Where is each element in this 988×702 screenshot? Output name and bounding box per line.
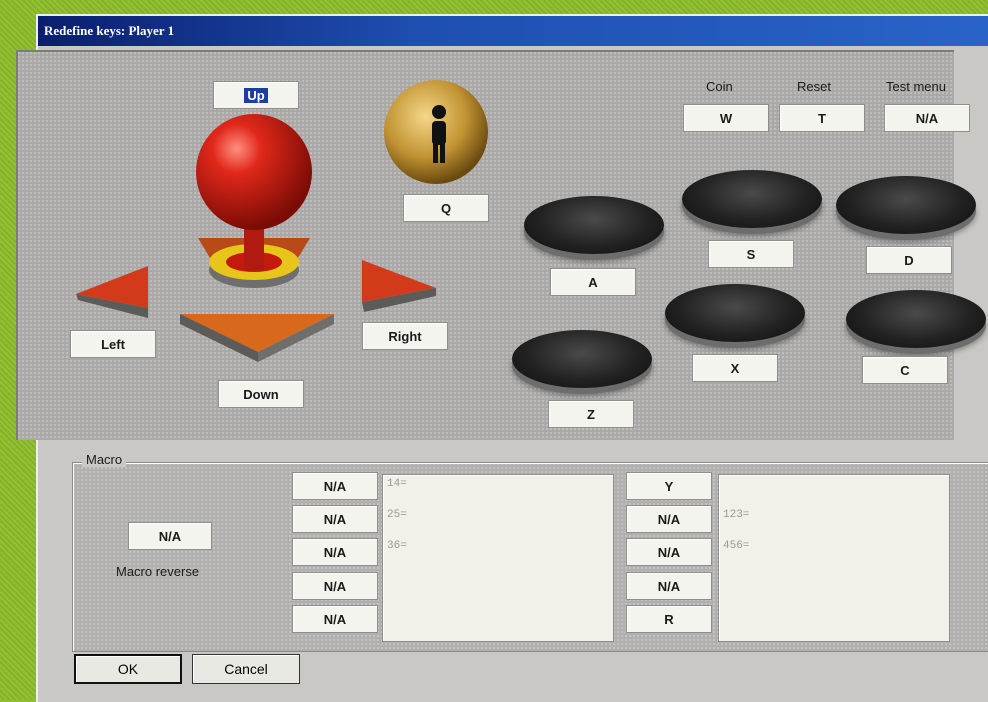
macro-right-key-2[interactable]: N/A [626, 505, 712, 533]
right-key-field[interactable]: Right [362, 322, 448, 350]
coin-label: Coin [706, 79, 733, 94]
macro-right-key-3[interactable]: N/A [626, 538, 712, 566]
macro-group-title: Macro [82, 452, 127, 467]
down-arrow-icon[interactable] [178, 310, 338, 366]
button-a-key-field[interactable]: A [550, 268, 636, 296]
button-s-key-field[interactable]: S [708, 240, 794, 268]
macro-reverse-key-field[interactable]: N/A [128, 522, 212, 550]
button-s-icon[interactable] [682, 170, 822, 228]
macro-left-key-2[interactable]: N/A [292, 505, 378, 533]
reset-key-field[interactable]: T [779, 104, 865, 132]
button-x-key-field[interactable]: X [692, 354, 778, 382]
macro-right-key-4[interactable]: N/A [626, 572, 712, 600]
window-title: Redefine keys: Player 1 [38, 16, 988, 46]
macro-left-key-1[interactable]: N/A [292, 472, 378, 500]
button-c-icon[interactable] [846, 290, 986, 348]
ok-button[interactable]: OK [74, 654, 182, 684]
coin-key-field[interactable]: W [683, 104, 769, 132]
right-arrow-icon[interactable] [358, 258, 440, 318]
macro-left-line: 25= [387, 509, 407, 521]
reset-label: Reset [797, 79, 831, 94]
macro-right-key-1[interactable]: Y [626, 472, 712, 500]
macro-left-line: 36= [387, 540, 407, 552]
macro-left-line: 14= [387, 478, 407, 490]
down-key-field[interactable]: Down [218, 380, 304, 408]
button-c-key-field[interactable]: C [862, 356, 948, 384]
player-start-icon[interactable] [382, 78, 492, 188]
button-a-icon[interactable] [524, 196, 664, 254]
up-key-field[interactable]: Up [213, 81, 299, 109]
button-z-key-field[interactable]: Z [548, 400, 634, 428]
macro-left-key-3[interactable]: N/A [292, 538, 378, 566]
macro-reverse-label: Macro reverse [116, 564, 200, 579]
macro-right-editor[interactable]: 123= 456= [718, 474, 950, 642]
joystick-icon [196, 114, 312, 288]
button-d-key-field[interactable]: D [866, 246, 952, 274]
cancel-button[interactable]: Cancel [192, 654, 300, 684]
left-key-field[interactable]: Left [70, 330, 156, 358]
macro-left-key-4[interactable]: N/A [292, 572, 378, 600]
button-d-icon[interactable] [836, 176, 976, 234]
macro-left-key-5[interactable]: N/A [292, 605, 378, 633]
button-z-icon[interactable] [512, 330, 652, 388]
test-menu-key-field[interactable]: N/A [884, 104, 970, 132]
left-arrow-icon[interactable] [74, 264, 152, 324]
macro-right-line [719, 475, 949, 506]
test-menu-label: Test menu [886, 79, 946, 94]
up-key-value: Up [244, 87, 268, 103]
start-key-field[interactable]: Q [403, 194, 489, 222]
macro-right-line: 456= [723, 540, 750, 552]
macro-left-editor[interactable]: 14= 25= 36= [382, 474, 614, 642]
button-x-icon[interactable] [665, 284, 805, 342]
macro-right-key-5[interactable]: R [626, 605, 712, 633]
macro-right-line: 123= [723, 509, 750, 521]
